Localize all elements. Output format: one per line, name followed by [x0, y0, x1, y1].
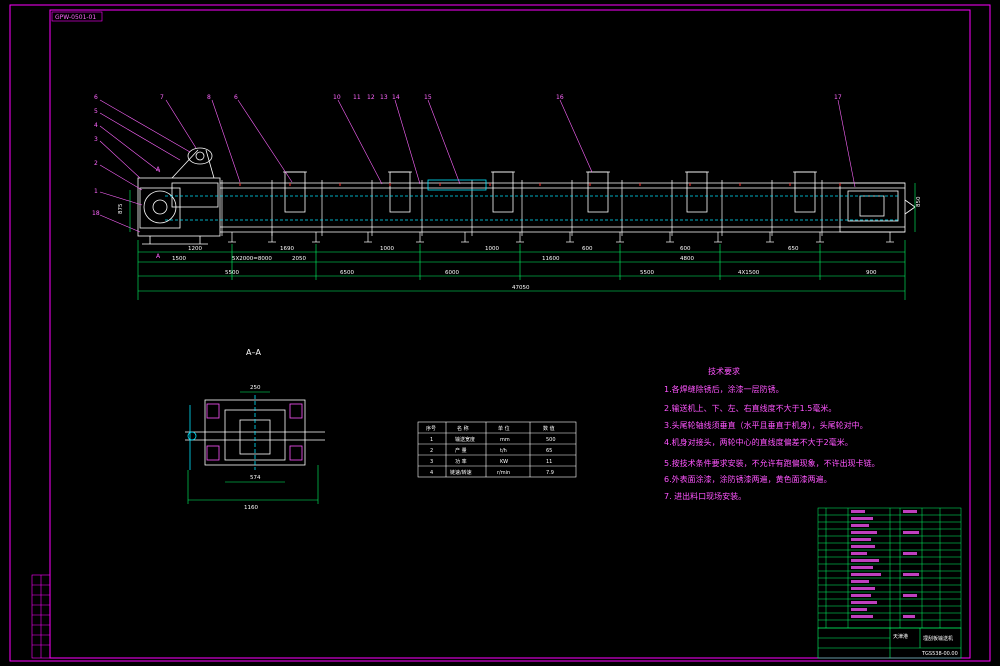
callout-17: 17 — [834, 94, 842, 101]
callout-11: 11 — [353, 94, 361, 101]
callout-13: 13 — [380, 94, 388, 101]
tech-item-3: 3.头尾轮轴线须垂直（水平且垂直于机身），头尾轮对中。 — [664, 420, 868, 430]
param-r0-c2: mm — [500, 437, 510, 443]
callout-14: 14 — [392, 94, 400, 101]
bom-grid — [817, 507, 962, 629]
drawing-code: GPW-0501-01 — [55, 14, 96, 21]
dim-mid-1: 5X2000=8000 — [232, 256, 272, 262]
dim-bot-5: 900 — [866, 270, 877, 276]
callout-7: 7 — [160, 94, 164, 101]
tech-requirements: 技术要求 1.各焊缝除锈后，涂漆一层防锈。 2.输送机上、下、左、右直线度不大于… — [664, 366, 880, 501]
supports — [228, 232, 894, 243]
company-name: 天津港 — [893, 633, 908, 640]
section-dimensions — [187, 391, 319, 504]
callout-6: 6 — [94, 94, 98, 101]
param-r3-c3: 7.9 — [546, 470, 554, 476]
callout-2: 2 — [94, 160, 98, 167]
cad-drawing: GPW-0501-01 7 8 6 10 11 12 13 14 15 16 1… — [9, 4, 991, 662]
callout-15: 15 — [424, 94, 432, 101]
callout-16: 16 — [556, 94, 564, 101]
param-header-1: 名 称 — [457, 425, 469, 432]
param-r3-c1: 链速/转速 — [450, 469, 472, 476]
param-r0-c1: 输送宽度 — [455, 436, 475, 443]
section-label: A–A — [246, 348, 261, 357]
margin-table — [31, 574, 51, 659]
dim-mid-6: 4X1500 — [738, 270, 760, 276]
dim-bot-0: 5500 — [225, 270, 239, 276]
dim-mid-2: 2050 — [292, 256, 306, 262]
dim-top-0: 1200 — [188, 246, 202, 252]
param-header-2: 单 位 — [498, 425, 510, 432]
tech-title: 技术要求 — [708, 366, 740, 376]
callout-6b: 6 — [234, 94, 238, 101]
section-view — [185, 395, 325, 470]
dim-top-1: 1690 — [280, 246, 294, 252]
cut-mark-bottom: A — [156, 253, 161, 260]
param-r2-c1: 功 率 — [455, 458, 467, 465]
dim-tail-height: 850 — [916, 196, 922, 207]
chain — [165, 195, 900, 221]
dim-bot-3: 5500 — [640, 270, 654, 276]
param-header-0: 序号 — [426, 425, 436, 432]
param-r1-c2: t/h — [500, 448, 507, 454]
callout-8: 8 — [207, 94, 211, 101]
param-r2-c2: KW — [500, 459, 508, 465]
callout-3: 3 — [94, 136, 98, 143]
dim-section-total: 1160 — [244, 505, 258, 511]
cut-mark-top: A — [156, 166, 161, 173]
dim-total: 47050 — [512, 285, 530, 291]
param-r1-c0: 2 — [430, 448, 433, 454]
callout-5: 5 — [94, 108, 98, 115]
dim-top-5: 650 — [788, 246, 799, 252]
callout-4: 4 — [94, 122, 98, 129]
param-r0-c3: 500 — [546, 437, 556, 443]
callout-leaders — [99, 99, 856, 233]
chain-flights — [239, 183, 841, 186]
callout-12: 12 — [367, 94, 375, 101]
param-table: 序号 名 称 单 位 数 值 1 输送宽度 mm 500 2 产 量 t/h 6… — [426, 425, 556, 476]
tech-item-5: 5.按技术条件要求安装，不允许有跑偏现象，不许出现卡链。 — [664, 458, 880, 468]
inlet-boxes — [283, 171, 817, 213]
tech-item-2: 2.输送机上、下、左、右直线度不大于1.5毫米。 — [664, 403, 836, 413]
dim-mid-5: 4800 — [680, 256, 694, 262]
dim-section-inner: 574 — [250, 475, 261, 481]
param-r2-c0: 3 — [430, 459, 433, 465]
dim-top-4: 600 — [680, 246, 691, 252]
param-r3-c2: r/min — [497, 470, 510, 476]
inner-frame — [49, 9, 971, 659]
dim-mid-3: 1000 — [485, 246, 499, 252]
tech-item-4: 4.机身对接头，两轮中心的直线度偏差不大于2毫米。 — [664, 437, 853, 447]
dim-bot-1: 6500 — [340, 270, 354, 276]
callout-10: 10 — [333, 94, 341, 101]
param-r0-c0: 1 — [430, 437, 433, 443]
dim-head-height: 875 — [118, 203, 124, 214]
tech-item-6: 6.外表面涂漆，涂防锈漆两遍，黄色面漆两遍。 — [664, 474, 832, 484]
drawing-name: 埋刮板输送机 — [923, 635, 953, 642]
param-r3-c0: 4 — [430, 470, 433, 476]
dimension-lines — [129, 183, 916, 300]
dim-section-top: 250 — [250, 385, 261, 391]
callout-1: 1 — [94, 188, 98, 195]
param-r2-c3: 11 — [546, 459, 552, 465]
param-header-3: 数 值 — [543, 425, 555, 432]
drawing-number: TGS538-00.00 — [921, 651, 958, 657]
tech-item-7: 7. 进出料口现场安装。 — [664, 491, 746, 501]
tech-item-1: 1.各焊缝除锈后，涂漆一层防锈。 — [664, 384, 784, 394]
dim-mid-0: 1500 — [172, 256, 186, 262]
dim-top-2: 1000 — [380, 246, 394, 252]
param-r1-c3: 65 — [546, 448, 552, 454]
dim-top-3: 600 — [582, 246, 593, 252]
param-r1-c1: 产 量 — [455, 447, 467, 454]
outer-frame — [9, 4, 991, 662]
dim-bot-2: 6000 — [445, 270, 459, 276]
callout-18: 18 — [92, 210, 100, 217]
dim-mid-4: 11600 — [542, 256, 560, 262]
